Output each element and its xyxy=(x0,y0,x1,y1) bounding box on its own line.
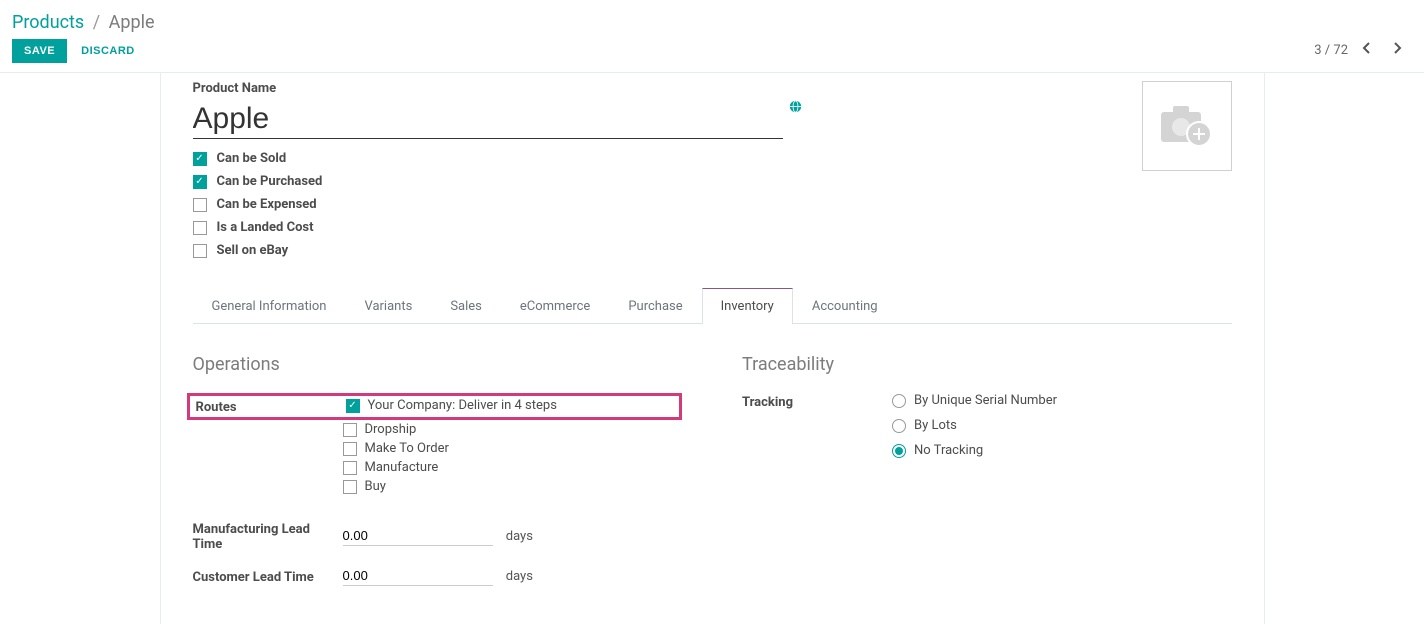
tracking-lots-label: By Lots xyxy=(914,418,957,433)
tab-sales[interactable]: Sales xyxy=(431,288,501,324)
route-manufacture-label: Manufacture xyxy=(365,460,439,475)
mfg-lead-input[interactable] xyxy=(343,526,493,546)
route-deliver-label: Your Company: Deliver in 4 steps xyxy=(368,398,557,413)
save-button[interactable]: SAVE xyxy=(12,39,67,63)
route-buy-label: Buy xyxy=(365,479,386,494)
tracking-none-radio[interactable] xyxy=(892,444,906,458)
tab-inventory[interactable]: Inventory xyxy=(702,288,793,324)
route-buy-checkbox[interactable] xyxy=(343,480,357,494)
product-name-label: Product Name xyxy=(193,81,1116,96)
can-be-purchased-label: Can be Purchased xyxy=(217,174,323,189)
route-deliver-checkbox[interactable]: ✓ xyxy=(346,399,360,413)
tracking-serial-label: By Unique Serial Number xyxy=(914,393,1057,408)
camera-placeholder-icon xyxy=(1159,104,1215,148)
breadcrumb-root[interactable]: Products xyxy=(12,12,84,33)
sell-on-ebay-checkbox[interactable] xyxy=(193,244,207,258)
tab-general-information[interactable]: General Information xyxy=(193,288,346,324)
tracking-lots-radio[interactable] xyxy=(892,419,906,433)
tracking-none-label: No Tracking xyxy=(914,443,983,458)
breadcrumb: Products / Apple xyxy=(12,8,1408,33)
can-be-expensed-checkbox[interactable] xyxy=(193,198,207,212)
chevron-right-icon xyxy=(1392,41,1402,55)
chevron-left-icon xyxy=(1362,41,1372,55)
routes-highlight: Routes ✓ Your Company: Deliver in 4 step… xyxy=(187,393,683,420)
operations-title: Operations xyxy=(193,354,683,375)
cust-lead-label: Customer Lead Time xyxy=(193,568,343,585)
can-be-purchased-checkbox[interactable]: ✓ xyxy=(193,175,207,189)
pager-prev-button[interactable] xyxy=(1356,37,1378,64)
can-be-expensed-label: Can be Expensed xyxy=(217,197,317,212)
can-be-sold-checkbox[interactable]: ✓ xyxy=(193,152,207,166)
breadcrumb-current: Apple xyxy=(109,12,155,33)
pager-next-button[interactable] xyxy=(1386,37,1408,64)
mfg-lead-label: Manufacturing Lead Time xyxy=(193,520,343,552)
is-landed-cost-checkbox[interactable] xyxy=(193,221,207,235)
mfg-lead-unit: days xyxy=(506,529,533,544)
globe-icon[interactable] xyxy=(789,100,802,139)
cust-lead-input[interactable] xyxy=(343,566,493,586)
can-be-sold-label: Can be Sold xyxy=(217,151,287,166)
product-name-input[interactable] xyxy=(193,100,783,139)
tab-accounting[interactable]: Accounting xyxy=(793,288,897,324)
tab-ecommerce[interactable]: eCommerce xyxy=(501,288,609,324)
product-image-upload[interactable] xyxy=(1142,81,1232,171)
cust-lead-unit: days xyxy=(506,569,533,584)
route-make-to-order-label: Make To Order xyxy=(365,441,449,456)
traceability-title: Traceability xyxy=(742,354,1232,375)
breadcrumb-separator: / xyxy=(93,12,100,33)
pager-position: 3 / 72 xyxy=(1314,43,1348,58)
tracking-serial-radio[interactable] xyxy=(892,394,906,408)
route-manufacture-checkbox[interactable] xyxy=(343,461,357,475)
route-dropship-label: Dropship xyxy=(365,422,417,437)
discard-button[interactable]: DISCARD xyxy=(81,45,135,57)
is-landed-cost-label: Is a Landed Cost xyxy=(217,220,314,235)
routes-label: Routes xyxy=(196,398,346,415)
tab-purchase[interactable]: Purchase xyxy=(609,288,701,324)
tracking-label: Tracking xyxy=(742,393,892,410)
route-make-to-order-checkbox[interactable] xyxy=(343,442,357,456)
tab-variants[interactable]: Variants xyxy=(345,288,431,324)
tabs: General Information Variants Sales eComm… xyxy=(193,288,1232,324)
sell-on-ebay-label: Sell on eBay xyxy=(217,243,289,258)
route-dropship-checkbox[interactable] xyxy=(343,423,357,437)
